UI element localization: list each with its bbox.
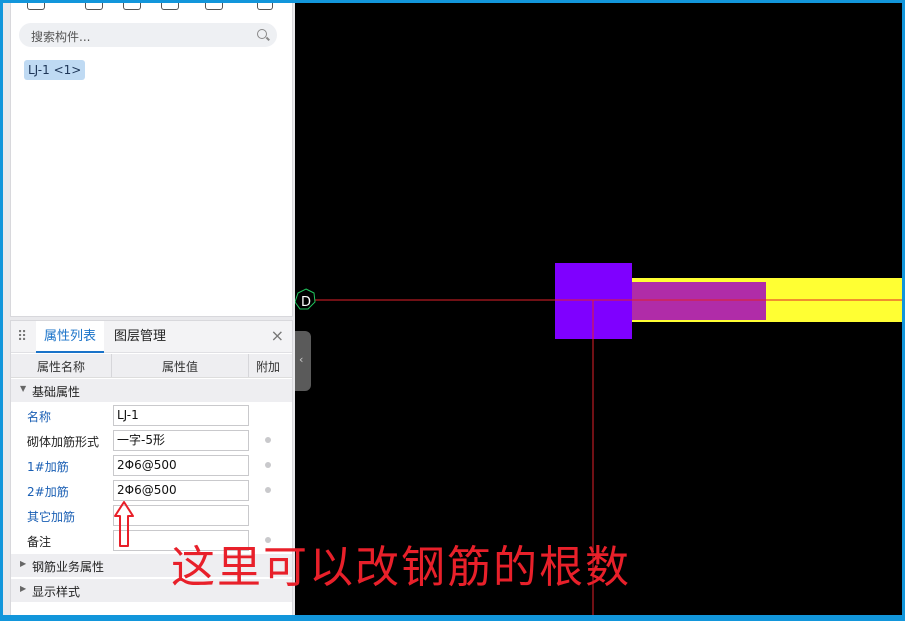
component-list-panel: 搜索构件... LJ-1 <1> — [10, 3, 293, 317]
property-name: 其它加筋 — [27, 510, 76, 524]
component-item[interactable]: LJ-1 <1> — [24, 60, 86, 80]
column-value-header: 属性值 — [162, 360, 199, 374]
property-value-input[interactable]: 2Φ6@500 — [113, 455, 249, 476]
extra-checkbox[interactable] — [265, 462, 271, 468]
expand-triangle-icon: ▶ — [20, 584, 27, 593]
column-name-header: 属性名称 — [37, 360, 86, 374]
paste-icon[interactable] — [205, 3, 223, 10]
property-value-input[interactable]: LJ-1 — [113, 405, 249, 426]
left-sidebar: 搜索构件... LJ-1 <1> ⠿ 属性列表 图层管理 × 属性名称 属性值 … — [3, 3, 295, 615]
column-header: 属性名称 属性值 附加 — [11, 354, 292, 378]
property-name: 备注 — [27, 535, 52, 549]
search-icon[interactable] — [257, 29, 267, 39]
axis-label: D — [301, 295, 311, 310]
annotation-arrow — [114, 501, 134, 547]
extra-checkbox[interactable] — [265, 487, 271, 493]
tab-layer-management[interactable]: 图层管理 — [106, 321, 174, 352]
app-frame: 搜索构件... LJ-1 <1> ⠿ 属性列表 图层管理 × 属性名称 属性值 … — [3, 3, 902, 615]
collapse-triangle-icon: ▼ — [20, 384, 27, 393]
property-row: 2#加筋 2Φ6@500 — [11, 478, 292, 503]
rebar-segment[interactable] — [632, 282, 766, 320]
property-name: 2#加筋 — [27, 485, 69, 499]
drag-handle-icon[interactable]: ⠿ — [17, 329, 27, 345]
property-row: 1#加筋 2Φ6@500 — [11, 453, 292, 478]
copy-icon[interactable] — [85, 3, 103, 10]
property-row: 其它加筋 — [11, 503, 292, 528]
property-value-input[interactable]: 2Φ6@500 — [113, 480, 249, 501]
property-name: 名称 — [27, 410, 52, 424]
property-row: 砌体加筋形式 一字-5形 — [11, 428, 292, 453]
extra-checkbox[interactable] — [265, 437, 271, 443]
property-row: 名称 LJ-1 — [11, 403, 292, 428]
delete-icon[interactable] — [123, 3, 141, 10]
property-value-input[interactable]: 一字-5形 — [113, 430, 249, 451]
more-icon[interactable] — [257, 3, 273, 10]
property-name: 砌体加筋形式 — [27, 435, 100, 449]
close-icon[interactable]: × — [271, 326, 284, 345]
new-icon[interactable] — [27, 3, 45, 10]
property-name: 1#加筋 — [27, 460, 69, 474]
expand-triangle-icon: ▶ — [20, 559, 27, 568]
search-placeholder: 搜索构件... — [31, 30, 91, 44]
search-input[interactable]: 搜索构件... — [19, 23, 277, 47]
annotation-text: 这里可以改钢筋的根数 — [171, 542, 631, 593]
tab-property-list[interactable]: 属性列表 — [36, 321, 105, 353]
properties-header: ⠿ 属性列表 图层管理 × — [11, 321, 292, 353]
group-basic-properties[interactable]: ▼ 基础属性 — [11, 379, 292, 402]
layer-copy-icon[interactable] — [161, 3, 179, 10]
cad-canvas[interactable]: D — [295, 3, 902, 615]
column-extra-header: 附加 — [256, 360, 281, 374]
